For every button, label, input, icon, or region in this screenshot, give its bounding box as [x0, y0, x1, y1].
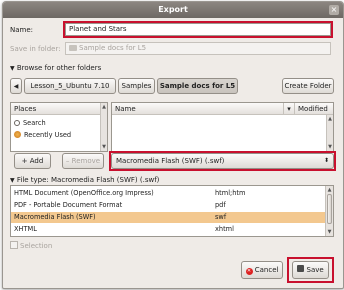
scroll-down-icon: ▼	[327, 229, 332, 235]
expander-down-icon: ▼	[10, 177, 15, 184]
cancel-icon: ✕	[245, 268, 253, 275]
browse-expander[interactable]: ▼ Browse for other folders	[10, 64, 101, 72]
scroll-up-icon: ▲	[328, 116, 332, 122]
scroll-thumb[interactable]	[327, 194, 332, 224]
close-icon[interactable]: ×	[329, 5, 339, 15]
places-item-recent[interactable]: Recently Used	[11, 130, 107, 141]
add-button[interactable]: + Add	[14, 153, 51, 169]
save-in-combo: Sample docs for L5	[65, 42, 331, 55]
path-button-2[interactable]: Sample docs for L5	[157, 78, 238, 94]
scroll-up-icon: ▲	[102, 104, 106, 110]
files-scrollbar[interactable]: ▲ ▼	[326, 115, 333, 151]
file-type-ext: xhtml	[215, 225, 234, 233]
files-name-header[interactable]: Name	[112, 103, 284, 115]
browse-label: Browse for other folders	[16, 64, 102, 72]
path-button-1[interactable]: Samples	[118, 78, 155, 94]
places-item-label: Recently Used	[24, 131, 72, 139]
file-type-row[interactable]: HTML Document (OpenOffice.org Impress) h…	[11, 188, 333, 199]
filter-highlight	[109, 151, 336, 171]
file-type-ext: pdf	[215, 201, 226, 209]
selection-checkbox[interactable]: Selection	[10, 241, 52, 250]
file-type-name: Macromedia Flash (SWF)	[14, 213, 96, 221]
scroll-down-icon: ▼	[102, 144, 106, 150]
places-item-label: Search	[23, 119, 46, 127]
title-bar: Export ×	[3, 2, 343, 18]
folder-icon	[69, 45, 77, 51]
left-arrow-icon: ◀	[13, 83, 19, 90]
path-back-button[interactable]: ◀	[10, 78, 22, 94]
remove-icon: –	[65, 157, 70, 165]
window-title: Export	[158, 5, 188, 14]
places-panel: Places Search Recently Used ▲ ▼	[10, 102, 108, 152]
search-icon	[14, 120, 20, 126]
add-icon: +	[21, 157, 28, 165]
places-scrollbar[interactable]: ▲ ▼	[100, 103, 107, 151]
path-button-0[interactable]: Lesson_5_Ubuntu 7.10	[24, 78, 116, 94]
checkbox-icon	[10, 241, 18, 249]
file-type-list: HTML Document (OpenOffice.org Impress) h…	[10, 185, 334, 237]
create-folder-button[interactable]: Create Folder	[282, 78, 334, 94]
files-modified-header[interactable]: Modified	[295, 103, 333, 115]
remove-button[interactable]: – Remove	[62, 153, 104, 169]
places-item-search[interactable]: Search	[11, 118, 107, 129]
file-type-row[interactable]: XHTML xhtml	[11, 224, 333, 235]
save-in-value: Sample docs for L5	[79, 44, 147, 52]
file-type-ext: swf	[215, 213, 227, 221]
file-type-name: XHTML	[14, 225, 37, 233]
file-type-scrollbar[interactable]: ▲ ▼	[325, 186, 333, 236]
recent-icon	[14, 131, 21, 138]
scroll-down-icon: ▼	[328, 144, 332, 150]
file-type-ext: html;htm	[215, 189, 246, 197]
name-label: Name:	[10, 26, 34, 34]
remove-label: Remove	[71, 157, 101, 165]
file-type-name: HTML Document (OpenOffice.org Impress)	[14, 189, 154, 197]
save-highlight	[287, 257, 334, 283]
expander-down-icon: ▼	[10, 65, 15, 72]
cancel-button[interactable]: ✕ Cancel	[241, 261, 283, 279]
sort-arrow-icon[interactable]: ▾	[284, 103, 295, 115]
scroll-up-icon: ▲	[327, 187, 332, 193]
export-dialog: Export × Name: Planet and Stars Save in …	[2, 1, 344, 289]
cancel-label: Cancel	[254, 266, 279, 274]
add-label: Add	[29, 157, 44, 165]
files-panel: Name ▾ Modified ▲ ▼	[111, 102, 334, 152]
save-in-label: Save in folder:	[10, 45, 61, 53]
file-type-expander[interactable]: ▼ File type: Macromedia Flash (SWF) (.sw…	[10, 176, 159, 184]
selection-label: Selection	[20, 242, 53, 250]
file-type-row-selected[interactable]: Macromedia Flash (SWF) swf	[11, 212, 325, 223]
file-type-label: File type: Macromedia Flash (SWF) (.swf)	[16, 176, 160, 184]
places-header[interactable]: Places	[11, 103, 107, 115]
file-type-name: PDF - Portable Document Format	[14, 201, 123, 209]
file-type-row[interactable]: PDF - Portable Document Format pdf	[11, 200, 333, 211]
name-highlight	[63, 21, 333, 38]
